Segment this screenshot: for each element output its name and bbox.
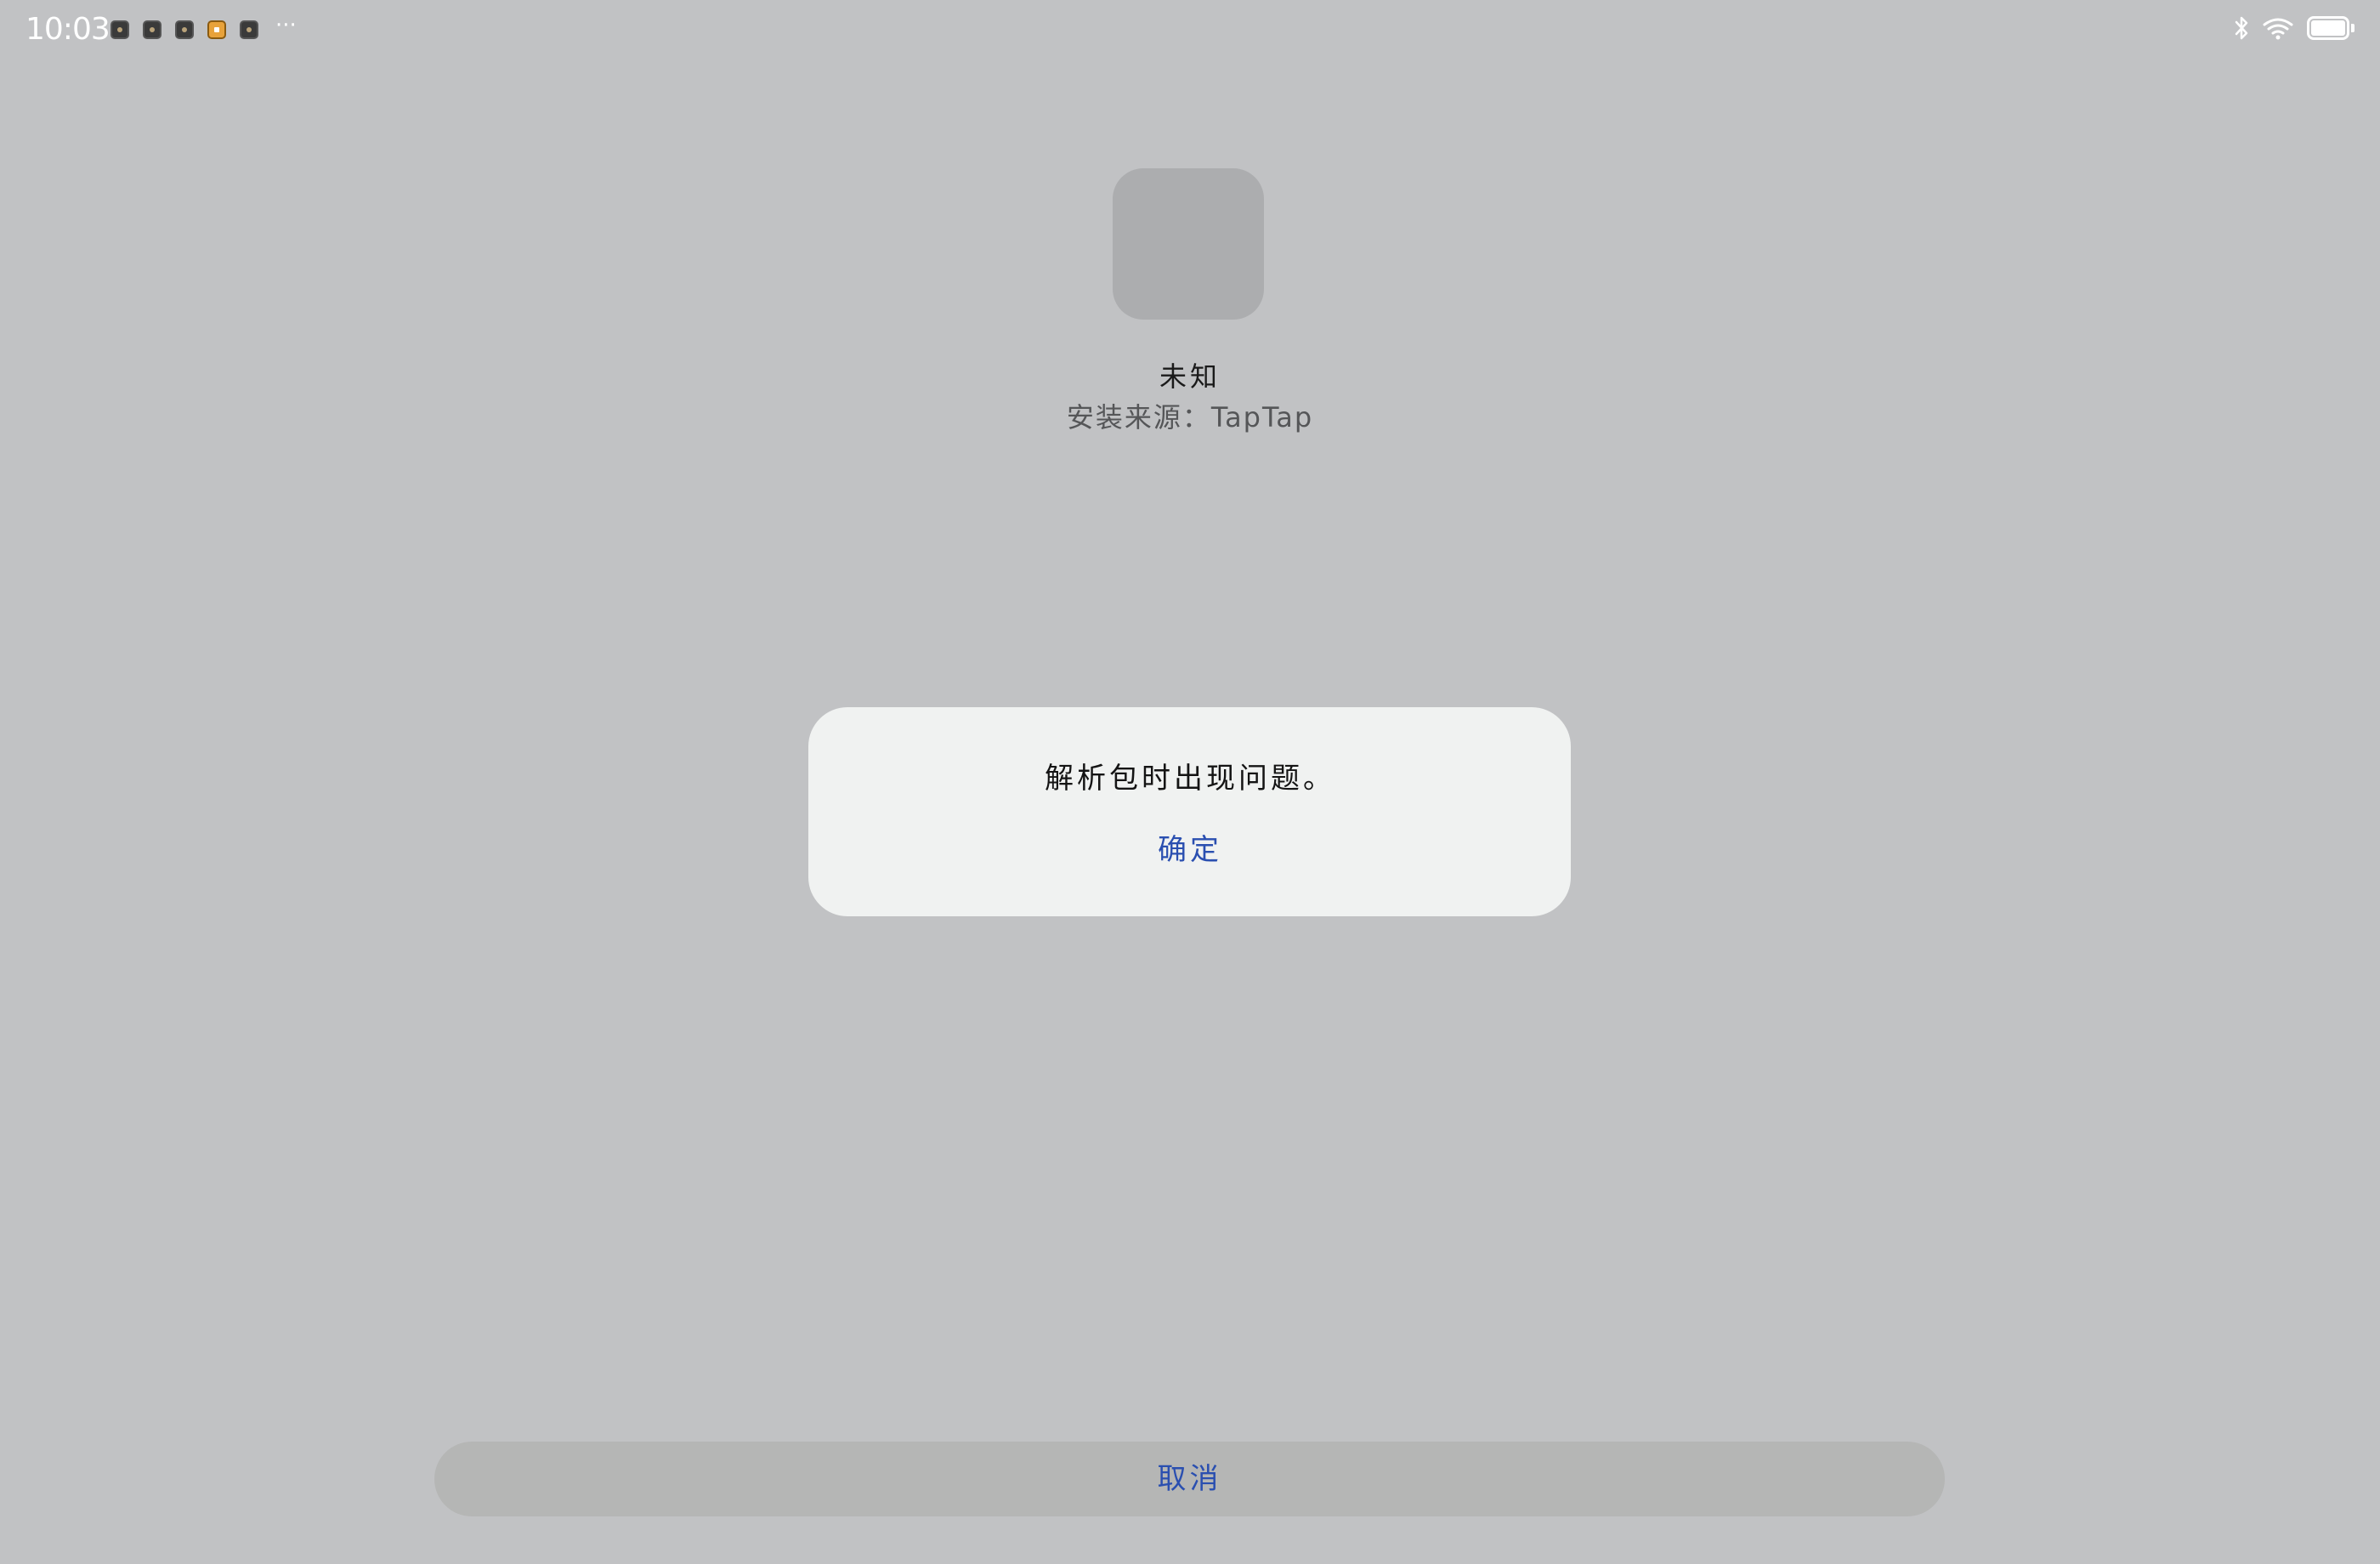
cancel-button[interactable]: 取消 [434,1442,1945,1516]
app-notification-icon [143,20,162,39]
notification-icons: ··· [110,13,297,39]
battery-icon [2307,16,2354,40]
status-bar: 10:03 ··· [0,0,2380,61]
app-notification-icon [175,20,194,39]
app-icon-placeholder [1113,168,1264,320]
system-status-icons [2234,15,2354,41]
install-source: 安装来源：TapTap [1066,401,1314,434]
bluetooth-icon [2234,15,2249,41]
app-name: 未知 [1159,360,1221,393]
wifi-icon [2261,15,2295,41]
app-notification-icon [240,20,258,39]
error-dialog [808,707,1571,916]
dialog-message: 解析包时出现问题。 [1045,762,1335,796]
app-notification-icon [110,20,129,39]
more-notifications-icon: ··· [275,13,297,38]
app-notification-icon [207,20,226,39]
confirm-button[interactable]: 确定 [1139,823,1241,877]
status-time: 10:03 [26,12,110,47]
